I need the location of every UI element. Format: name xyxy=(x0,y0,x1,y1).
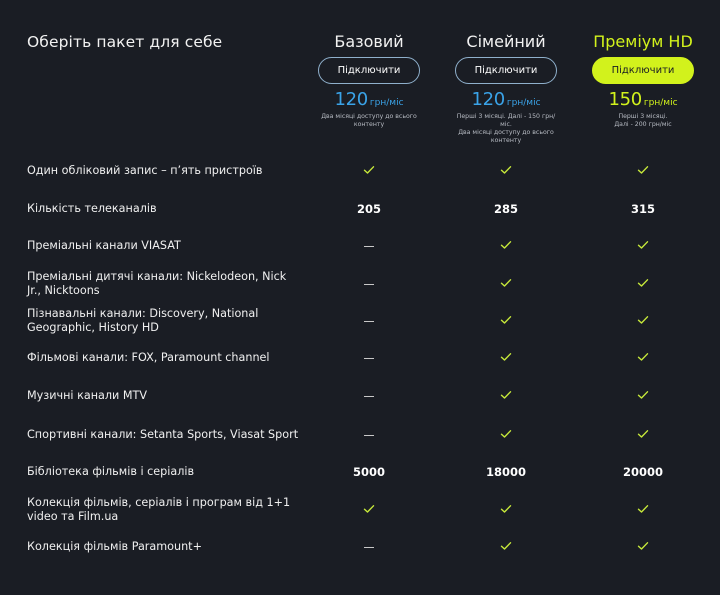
price-amount: 120 xyxy=(334,89,368,110)
check-icon xyxy=(476,277,536,291)
feature-label: Спортивні канали: Setanta Sports, Viasat… xyxy=(27,428,299,441)
check-icon xyxy=(476,503,536,517)
dash-icon xyxy=(339,389,399,403)
price-amount: 120 xyxy=(471,89,505,110)
check-icon xyxy=(613,277,673,291)
price-amount: 150 xyxy=(608,89,642,110)
feature-label: Пізнавальні канали: Discovery, National … xyxy=(27,307,259,334)
feature-label: Один обліковий запис – п’ять пристроїв xyxy=(27,164,263,177)
check-icon xyxy=(613,540,673,554)
price: 120 грн/міс xyxy=(334,89,403,110)
price-note: Два місяці доступу до всього контенту xyxy=(321,113,417,128)
check-icon xyxy=(613,314,673,328)
dash-icon xyxy=(339,277,399,291)
check-icon xyxy=(613,503,673,517)
price: 120 грн/міс xyxy=(471,89,540,110)
feature-label: Колекція фільмів Paramount+ xyxy=(27,540,202,553)
feature-label: Бібліотека фільмів і серіалів xyxy=(27,465,195,478)
check-icon xyxy=(613,428,673,442)
check-icon xyxy=(613,389,673,403)
feature-value: 205 xyxy=(356,202,381,216)
subscribe-button[interactable]: Підключити xyxy=(455,57,557,84)
dash-icon xyxy=(339,351,399,365)
check-icon xyxy=(613,351,673,365)
dash-icon xyxy=(339,239,399,253)
check-icon xyxy=(476,314,536,328)
check-icon xyxy=(476,540,536,554)
price-unit: грн/міс xyxy=(369,98,404,108)
check-icon xyxy=(476,428,536,442)
dash-icon xyxy=(339,428,399,442)
feature-value: 315 xyxy=(630,202,655,216)
check-icon xyxy=(476,164,536,178)
check-icon xyxy=(339,503,399,517)
check-icon xyxy=(613,164,673,178)
dash-icon xyxy=(339,314,399,328)
check-icon xyxy=(613,239,673,253)
subscribe-button[interactable]: Підключити xyxy=(592,57,694,84)
plan-column: Преміум HD Підключити 150 грн/міс Перші 3 мі… xyxy=(568,32,718,129)
feature-label: Преміальні дитячі канали: Nickelodeon, N… xyxy=(27,270,287,297)
plan-column: Сімейний Підключити 120 грн/міс Перші 3 міся… xyxy=(431,32,581,145)
subscribe-button[interactable]: Підключити xyxy=(318,57,420,84)
price-note: Перші 3 місяці. Далі - 150 грн/ міс. Два… xyxy=(456,113,556,144)
feature-label: Колекція фільмів, серіалів і програм від… xyxy=(27,496,291,523)
plan-name: Базовий xyxy=(334,32,404,51)
feature-label: Музичні канали MTV xyxy=(27,389,147,402)
feature-value: 20000 xyxy=(622,465,663,479)
plan-name: Преміум HD xyxy=(593,32,693,51)
page-title: Оберіть пакет для себе xyxy=(27,33,223,51)
plan-name: Сімейний xyxy=(466,32,546,51)
plan-column: Базовий Підключити 120 грн/міс Два місяці до… xyxy=(294,32,444,129)
feature-label: Кількість телеканалів xyxy=(27,202,157,215)
check-icon xyxy=(476,351,536,365)
feature-label: Преміальні канали VIASAT xyxy=(27,239,181,252)
check-icon xyxy=(339,164,399,178)
feature-label: Фільмові канали: FOX, Paramount channel xyxy=(27,351,270,364)
price: 150 грн/міс xyxy=(608,89,677,110)
price-note: Перші 3 місяці. Далі - 200 грн/міс xyxy=(614,113,672,128)
price-unit: грн/міс xyxy=(506,98,541,108)
price-unit: грн/міс xyxy=(643,98,678,108)
dash-icon xyxy=(339,540,399,554)
feature-value: 285 xyxy=(493,202,518,216)
check-icon xyxy=(476,389,536,403)
check-icon xyxy=(476,239,536,253)
feature-value: 18000 xyxy=(485,465,526,479)
feature-value: 5000 xyxy=(352,465,385,479)
